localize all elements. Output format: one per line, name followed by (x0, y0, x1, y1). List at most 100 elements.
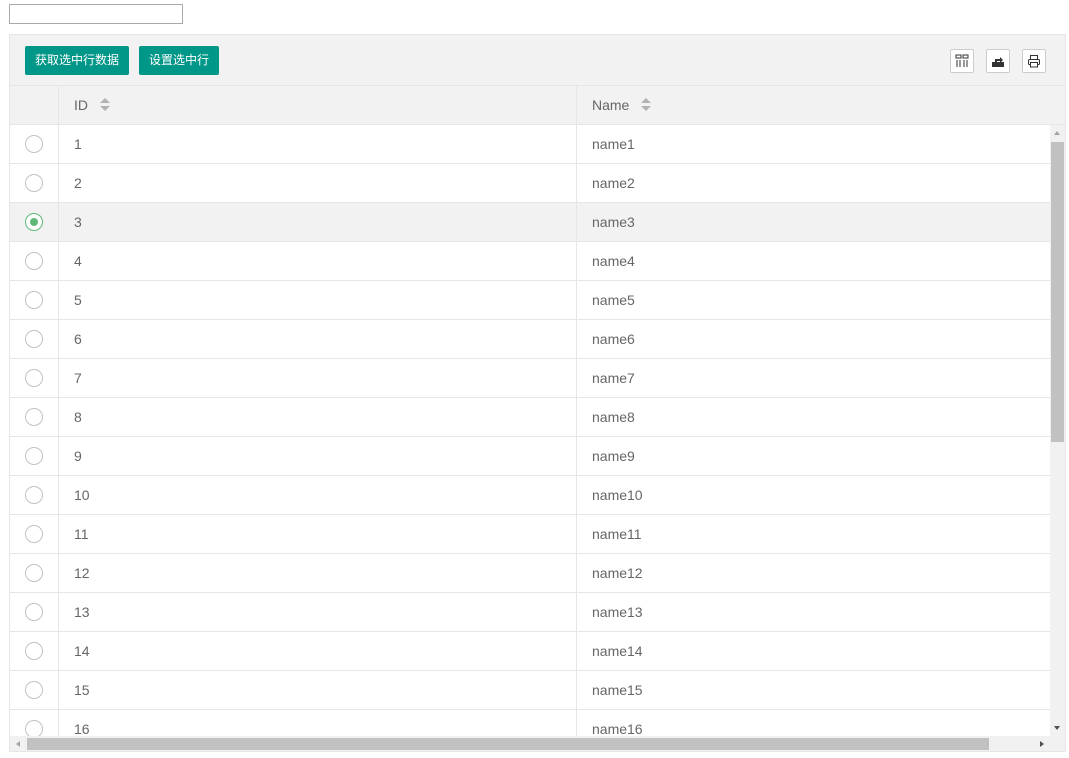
cell-id: 1 (59, 125, 577, 163)
cell-id: 4 (59, 242, 577, 280)
cell-name: name10 (592, 487, 643, 503)
cell-name: name13 (592, 604, 643, 620)
print-button[interactable] (1022, 49, 1046, 73)
table-row[interactable]: 13 name13 (10, 593, 1050, 632)
cell-id: 8 (59, 398, 577, 436)
table-row[interactable]: 14 name14 (10, 632, 1050, 671)
table-row[interactable]: 2 name2 (10, 164, 1050, 203)
scroll-down-icon[interactable] (1054, 726, 1060, 730)
sort-icon[interactable] (641, 98, 652, 112)
cell-name: name6 (592, 331, 635, 347)
row-radio-cell (10, 242, 59, 280)
row-radio-cell (10, 398, 59, 436)
search-input[interactable] (9, 4, 183, 24)
row-radio-button[interactable] (25, 525, 43, 543)
row-radio-button[interactable] (25, 642, 43, 660)
table-row[interactable]: 7 name7 (10, 359, 1050, 398)
cell-id: 9 (59, 437, 577, 475)
table-row[interactable]: 3 name3 (10, 203, 1050, 242)
row-radio-button[interactable] (25, 291, 43, 309)
row-radio-button[interactable] (25, 213, 43, 231)
cell-id: 13 (59, 593, 577, 631)
table-header: ID Name (10, 86, 1065, 125)
columns-icon (955, 54, 969, 67)
header-name[interactable]: Name (577, 86, 1049, 124)
cell-name: name1 (592, 136, 635, 152)
cell-name: name14 (592, 643, 643, 659)
cell-id: 16 (59, 710, 577, 736)
cell-name: name8 (592, 409, 635, 425)
row-radio-cell (10, 593, 59, 631)
row-radio-cell (10, 359, 59, 397)
table-row[interactable]: 11 name11 (10, 515, 1050, 554)
cell-name: name9 (592, 448, 635, 464)
row-radio-cell (10, 671, 59, 709)
export-icon (992, 57, 1004, 67)
row-radio-button[interactable] (25, 603, 43, 621)
table-row[interactable]: 9 name9 (10, 437, 1050, 476)
cell-name: name16 (592, 721, 643, 736)
cell-id: 10 (59, 476, 577, 514)
scroll-left-icon[interactable] (16, 741, 20, 747)
table-body: 1 name1 2 name2 3 name3 4 name4 5 name5 6 name6 7 nam… (10, 125, 1050, 736)
export-button[interactable] (986, 49, 1010, 73)
row-radio-cell (10, 632, 59, 670)
cell-id: 2 (59, 164, 577, 202)
table-row[interactable]: 6 name6 (10, 320, 1050, 359)
row-radio-button[interactable] (25, 135, 43, 153)
table-row[interactable]: 15 name15 (10, 671, 1050, 710)
cell-id: 15 (59, 671, 577, 709)
get-selected-row-button[interactable]: 获取选中行数据 (25, 46, 130, 75)
cell-id: 11 (59, 515, 577, 553)
vertical-scrollbar[interactable] (1050, 125, 1065, 736)
cell-id: 12 (59, 554, 577, 592)
row-radio-button[interactable] (25, 408, 43, 426)
header-id[interactable]: ID (59, 86, 577, 124)
cell-id: 3 (59, 203, 577, 241)
horizontal-scrollbar[interactable] (10, 736, 1050, 751)
cell-name: name4 (592, 253, 635, 269)
table-row[interactable]: 12 name12 (10, 554, 1050, 593)
row-radio-button[interactable] (25, 564, 43, 582)
row-radio-button[interactable] (25, 369, 43, 387)
row-radio-button[interactable] (25, 330, 43, 348)
cell-name: name7 (592, 370, 635, 386)
scroll-up-icon[interactable] (1054, 131, 1060, 135)
row-radio-cell (10, 125, 59, 163)
table-row[interactable]: 4 name4 (10, 242, 1050, 281)
row-radio-button[interactable] (25, 447, 43, 465)
row-radio-cell (10, 554, 59, 592)
horizontal-scroll-thumb[interactable] (27, 738, 989, 750)
table-row[interactable]: 8 name8 (10, 398, 1050, 437)
columns-filter-button[interactable] (950, 49, 974, 73)
sort-icon[interactable] (99, 98, 110, 112)
cell-id: 5 (59, 281, 577, 319)
cell-name: name15 (592, 682, 643, 698)
row-radio-button[interactable] (25, 720, 43, 736)
row-radio-button[interactable] (25, 174, 43, 192)
table-row[interactable]: 1 name1 (10, 125, 1050, 164)
row-radio-button[interactable] (25, 252, 43, 270)
scroll-right-icon[interactable] (1040, 741, 1044, 747)
cell-name: name2 (592, 175, 635, 191)
row-radio-cell (10, 710, 59, 736)
row-radio-button[interactable] (25, 486, 43, 504)
row-radio-cell (10, 203, 59, 241)
cell-name: name11 (592, 526, 642, 542)
cell-id: 14 (59, 632, 577, 670)
row-radio-button[interactable] (25, 681, 43, 699)
cell-name: name3 (592, 214, 635, 230)
table-row[interactable]: 5 name5 (10, 281, 1050, 320)
table-toolbar: 获取选中行数据 设置选中行 (10, 35, 1065, 86)
header-name-label: Name (592, 97, 630, 113)
set-selected-row-button[interactable]: 设置选中行 (139, 46, 220, 75)
vertical-scroll-thumb[interactable] (1051, 142, 1064, 442)
data-table: 获取选中行数据 设置选中行 ID Name 1 name1 2 name2 3 … (9, 34, 1066, 752)
cell-name: name12 (592, 565, 643, 581)
table-row[interactable]: 16 name16 (10, 710, 1050, 736)
print-icon (1028, 55, 1040, 68)
row-radio-cell (10, 164, 59, 202)
row-radio-cell (10, 281, 59, 319)
table-row[interactable]: 10 name10 (10, 476, 1050, 515)
cell-name: name5 (592, 292, 635, 308)
